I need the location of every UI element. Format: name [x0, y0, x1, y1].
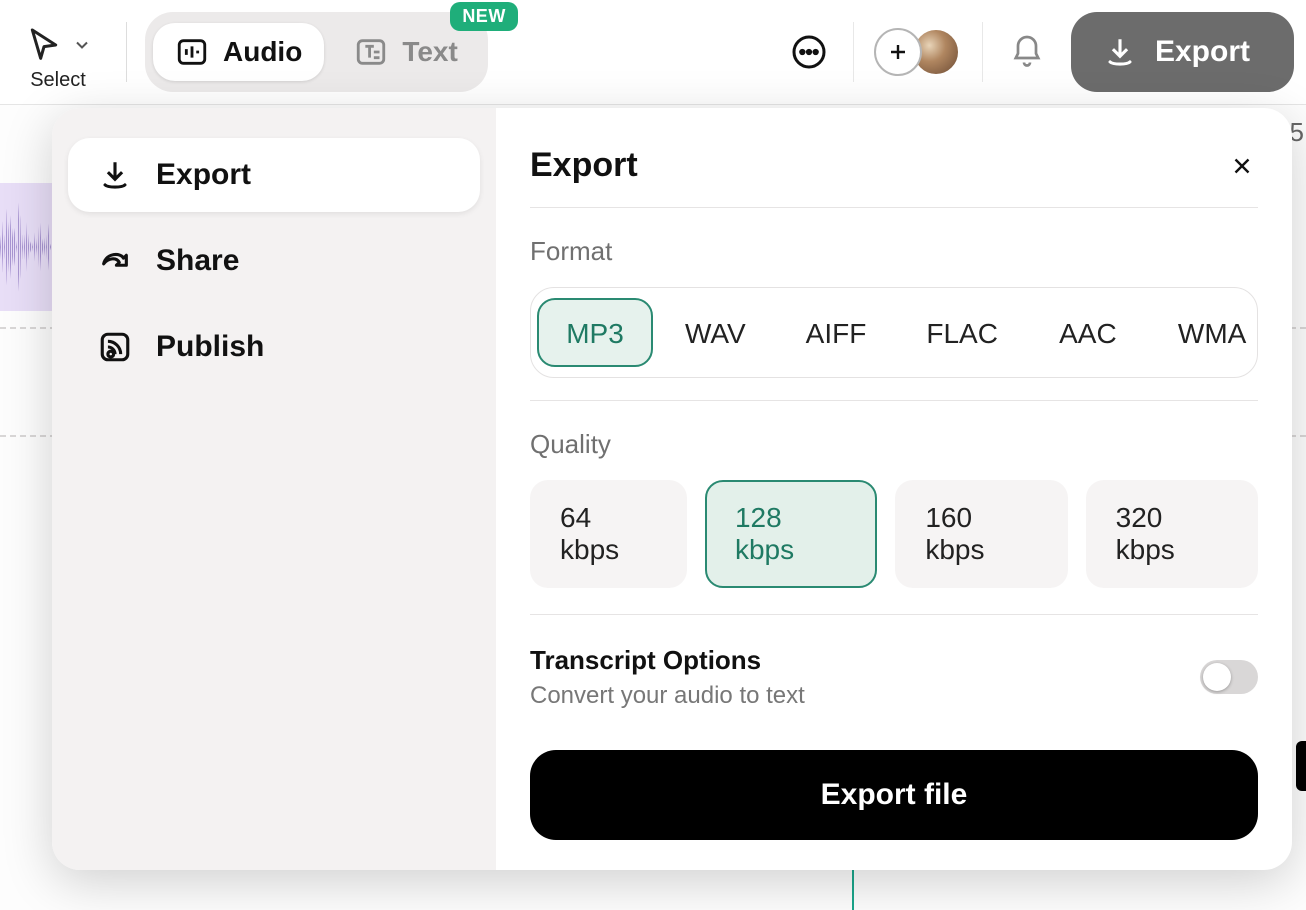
transcript-row: Transcript Options Convert your audio to… — [530, 645, 1258, 710]
waveform-icon — [175, 35, 209, 69]
download-icon — [1103, 35, 1137, 69]
sidebar-item-label: Share — [156, 244, 239, 278]
chat-button[interactable] — [785, 28, 833, 76]
close-button[interactable] — [1226, 150, 1258, 182]
chat-icon — [789, 32, 829, 72]
quality-option-128[interactable]: 128 kbps — [705, 480, 877, 588]
sidebar-item-label: Publish — [156, 330, 264, 364]
bell-icon — [1009, 34, 1045, 70]
format-option-wma[interactable]: WMA — [1150, 298, 1258, 367]
divider — [530, 207, 1258, 208]
select-tool-label: Select — [30, 69, 86, 92]
export-file-label: Export file — [821, 778, 968, 812]
mode-text[interactable]: Text — [332, 23, 480, 81]
scroll-handle[interactable] — [1296, 741, 1306, 791]
close-icon — [1229, 153, 1255, 179]
share-icon — [98, 244, 132, 278]
quality-options: 64 kbps 128 kbps 160 kbps 320 kbps — [530, 480, 1258, 588]
download-icon — [98, 158, 132, 192]
top-toolbar: Select Audio Text NEW — [0, 0, 1306, 105]
quality-option-160[interactable]: 160 kbps — [895, 480, 1067, 588]
divider — [530, 614, 1258, 615]
toolbar-separator — [126, 22, 127, 82]
mode-switch: Audio Text NEW — [145, 12, 488, 92]
sidebar-item-share[interactable]: Share — [68, 224, 480, 298]
format-options: MP3 WAV AIFF FLAC AAC WMA — [530, 287, 1258, 378]
mode-audio-label: Audio — [223, 36, 302, 68]
export-button[interactable]: Export — [1071, 12, 1294, 92]
export-modal: Export Share Publish Export — [52, 108, 1292, 870]
format-option-wav[interactable]: WAV — [657, 298, 774, 367]
add-collaborator-button[interactable] — [874, 28, 922, 76]
new-badge: NEW — [450, 2, 518, 31]
format-label: Format — [530, 236, 1258, 267]
playhead[interactable] — [852, 870, 854, 910]
toolbar-separator — [982, 22, 983, 82]
notifications-button[interactable] — [1003, 28, 1051, 76]
plus-icon — [886, 40, 910, 64]
text-icon — [354, 35, 388, 69]
mode-text-label: Text — [402, 36, 458, 68]
export-button-label: Export — [1155, 35, 1250, 69]
modal-title: Export — [530, 146, 638, 185]
sidebar-item-label: Export — [156, 158, 251, 192]
toggle-knob — [1203, 663, 1231, 691]
transcript-title: Transcript Options — [530, 645, 805, 676]
collaborators — [874, 28, 962, 76]
format-option-flac[interactable]: FLAC — [898, 298, 1026, 367]
export-file-button[interactable]: Export file — [530, 750, 1258, 840]
modal-main: Export Format MP3 WAV AIFF FLAC AAC WMA … — [496, 108, 1292, 870]
select-tool[interactable]: Select — [8, 13, 108, 92]
quality-label: Quality — [530, 429, 1258, 460]
sidebar-item-publish[interactable]: Publish — [68, 310, 480, 384]
rss-icon — [98, 330, 132, 364]
divider — [530, 400, 1258, 401]
format-option-aiff[interactable]: AIFF — [778, 298, 895, 367]
sidebar-item-export[interactable]: Export — [68, 138, 480, 212]
quality-option-64[interactable]: 64 kbps — [530, 480, 687, 588]
format-option-mp3[interactable]: MP3 — [537, 298, 653, 367]
waveform-clip[interactable] — [0, 183, 52, 311]
cursor-icon — [24, 25, 64, 65]
transcript-toggle[interactable] — [1200, 660, 1258, 694]
chevron-down-icon — [72, 35, 92, 55]
quality-option-320[interactable]: 320 kbps — [1086, 480, 1258, 588]
modal-sidebar: Export Share Publish — [52, 108, 496, 870]
transcript-subtitle: Convert your audio to text — [530, 682, 805, 710]
mode-audio[interactable]: Audio — [153, 23, 324, 81]
toolbar-separator — [853, 22, 854, 82]
format-option-aac[interactable]: AAC — [1030, 298, 1146, 367]
